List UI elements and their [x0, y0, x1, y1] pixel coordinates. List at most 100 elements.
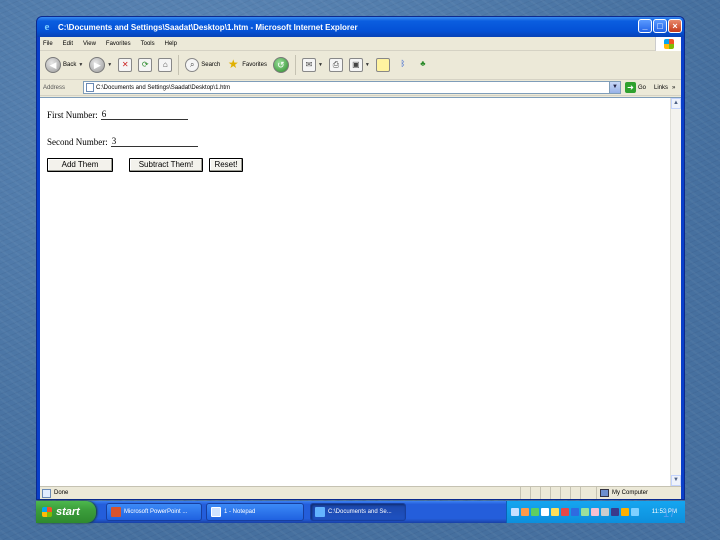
- scroll-down-icon[interactable]: ▼: [671, 475, 681, 486]
- refresh-button[interactable]: ⟳: [136, 54, 154, 76]
- tray-icon[interactable]: [621, 508, 629, 516]
- forward-dropdown-icon[interactable]: ▼: [107, 62, 112, 68]
- stop-button[interactable]: ✕: [116, 54, 134, 76]
- page-content: First Number: Second Number: Add Them Su…: [40, 97, 681, 486]
- menu-file[interactable]: File: [43, 41, 53, 47]
- add-them-button[interactable]: Add Them: [47, 158, 113, 172]
- menu-view[interactable]: View: [83, 41, 96, 47]
- tray-icon[interactable]: [541, 508, 549, 516]
- windows-flag-icon: [42, 507, 52, 517]
- address-bar: Address C:\Documents and Settings\Saadat…: [40, 80, 681, 96]
- tray-icon[interactable]: [581, 508, 589, 516]
- scroll-up-icon[interactable]: ▲: [671, 98, 681, 109]
- ie-window: e C:\Documents and Settings\Saadat\Deskt…: [36, 16, 685, 500]
- tray-icon[interactable]: [561, 508, 569, 516]
- address-label: Address: [43, 84, 66, 91]
- ie-taskbar-icon: [315, 507, 325, 517]
- window-title: C:\Documents and Settings\Saadat\Desktop…: [58, 22, 358, 32]
- status-bar: Done My Computer: [40, 486, 681, 499]
- mail-dropdown-icon[interactable]: ▼: [318, 62, 323, 68]
- bluetooth-icon: ᛒ: [400, 59, 406, 68]
- first-number-input[interactable]: [100, 108, 188, 120]
- tray-icon[interactable]: [571, 508, 579, 516]
- menu-tools[interactable]: Tools: [141, 41, 155, 47]
- menu-bar: File Edit View Favorites Tools Help: [40, 37, 681, 51]
- edit-dropdown-icon[interactable]: ▼: [365, 62, 370, 68]
- notepad-icon: [211, 507, 221, 517]
- forward-arrow-icon: ▶: [89, 57, 106, 73]
- taskbar: start Microsoft PowerPoint ... 1 - Notep…: [36, 501, 685, 523]
- taskbar-item-notepad[interactable]: 1 - Notepad: [206, 503, 304, 521]
- edit-button[interactable]: ▣ ▼: [347, 54, 372, 76]
- system-tray: 11:53 PM: [506, 501, 685, 523]
- stop-icon: ✕: [118, 58, 133, 72]
- status-panes: [520, 487, 590, 499]
- title-bar[interactable]: e C:\Documents and Settings\Saadat\Deskt…: [37, 17, 684, 37]
- reset-button[interactable]: Reset!: [209, 158, 243, 172]
- search-label: Search: [201, 62, 221, 68]
- vertical-scrollbar[interactable]: ▲ ▼: [670, 98, 681, 486]
- task-label: Microsoft PowerPoint ...: [124, 509, 188, 515]
- security-zone: My Computer: [596, 487, 648, 499]
- second-number-input[interactable]: [110, 135, 198, 147]
- back-arrow-icon: ◀: [45, 57, 61, 73]
- tray-icon[interactable]: [521, 508, 529, 516]
- ie-logo-icon: e: [44, 21, 50, 33]
- home-icon: ⌂: [158, 58, 173, 72]
- menu-help[interactable]: Help: [165, 41, 177, 47]
- second-number-label: Second Number:: [47, 137, 108, 147]
- messenger-button[interactable]: ♣: [414, 54, 432, 76]
- taskbar-item-ie[interactable]: C:\Documents and Se...: [310, 503, 406, 521]
- tray-icon[interactable]: [601, 508, 609, 516]
- back-dropdown-icon[interactable]: ▼: [78, 62, 83, 68]
- slide-number: 17: [663, 508, 676, 520]
- links-toolbar[interactable]: Links: [654, 85, 668, 91]
- toolbar-separator: [294, 55, 296, 75]
- discuss-button[interactable]: [374, 54, 392, 76]
- task-label: 1 - Notepad: [224, 509, 256, 515]
- print-icon: ⎙: [328, 58, 343, 72]
- address-input[interactable]: C:\Documents and Settings\Saadat\Desktop…: [83, 81, 621, 94]
- refresh-icon: ⟳: [138, 58, 153, 72]
- powerpoint-icon: [111, 507, 121, 517]
- star-icon: ★: [227, 57, 239, 71]
- search-button[interactable]: ⌕ Search: [183, 54, 222, 76]
- subtract-them-button[interactable]: Subtract Them!: [129, 158, 203, 172]
- close-button[interactable]: ×: [668, 19, 682, 33]
- tray-icon[interactable]: [631, 508, 639, 516]
- bluetooth-button[interactable]: ᛒ: [394, 54, 412, 76]
- chevron-right-icon[interactable]: »: [672, 85, 675, 91]
- toolbar-separator: [178, 55, 180, 75]
- start-button[interactable]: start: [36, 501, 96, 523]
- go-button[interactable]: ➜ Go: [625, 82, 646, 93]
- home-button[interactable]: ⌂: [156, 54, 174, 76]
- zone-label: My Computer: [612, 490, 649, 496]
- favorites-button[interactable]: ★ Favorites: [224, 54, 269, 76]
- standard-toolbar: ◀ Back ▼ ▶ ▼ ✕ ⟳ ⌂ ⌕ Search ★ Favorites …: [40, 51, 681, 80]
- print-button[interactable]: ⎙: [327, 54, 345, 76]
- go-label: Go: [638, 84, 647, 91]
- tray-icon[interactable]: [591, 508, 599, 516]
- address-value: C:\Documents and Settings\Saadat\Desktop…: [96, 84, 231, 91]
- tray-icon[interactable]: [611, 508, 619, 516]
- page-icon: [86, 83, 94, 92]
- messenger-icon: ♣: [420, 59, 426, 68]
- taskbar-item-powerpoint[interactable]: Microsoft PowerPoint ...: [106, 503, 202, 521]
- second-number-row: Second Number:: [47, 135, 198, 147]
- menu-edit[interactable]: Edit: [63, 41, 73, 47]
- menu-favorites[interactable]: Favorites: [106, 41, 131, 47]
- maximize-button[interactable]: □: [653, 19, 667, 33]
- edit-icon: ▣: [348, 58, 363, 72]
- tray-icon[interactable]: [551, 508, 559, 516]
- status-text: Done: [54, 490, 69, 496]
- minimize-button[interactable]: _: [638, 19, 652, 33]
- history-button[interactable]: ↺: [271, 54, 291, 76]
- forward-button[interactable]: ▶ ▼: [87, 54, 114, 76]
- back-button[interactable]: ◀ Back ▼: [43, 54, 85, 76]
- tray-icon[interactable]: [511, 508, 519, 516]
- go-arrow-icon: ➜: [625, 82, 636, 93]
- address-dropdown-icon[interactable]: ▼: [609, 82, 620, 93]
- first-number-row: First Number:: [47, 108, 188, 120]
- tray-icon[interactable]: [531, 508, 539, 516]
- mail-button[interactable]: ✉ ▼: [300, 54, 325, 76]
